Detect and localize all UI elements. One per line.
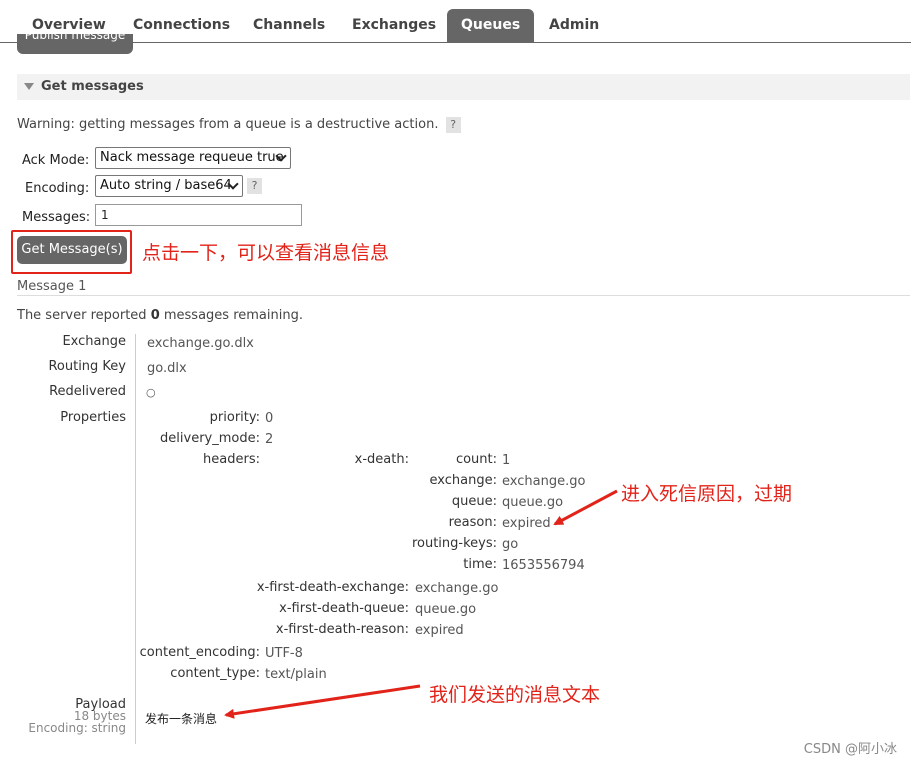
table-divider <box>135 334 136 744</box>
routing-keys-value: go <box>502 537 519 552</box>
time-value: 1653556794 <box>502 558 585 573</box>
ack-mode-label: Ack Mode: <box>22 153 90 168</box>
server-report-suffix: messages remaining. <box>159 308 303 323</box>
remaining-count: 0 <box>150 308 160 323</box>
x-death-key: x-death: <box>354 452 409 467</box>
time-key: time: <box>463 557 497 572</box>
annotation-arrows <box>224 489 618 719</box>
xfde-value: exchange.go <box>415 581 499 596</box>
xdeath-exchange-value: exchange.go <box>502 474 586 489</box>
warning-text: Warning: getting messages from a queue i… <box>17 117 439 132</box>
xdeath-reason-value: expired <box>502 516 551 531</box>
ack-mode-select[interactable]: Nack message requeue true <box>95 147 291 169</box>
headers-key: headers: <box>203 452 260 467</box>
encoding-select[interactable]: Auto string / base64 <box>95 175 243 197</box>
reason-arrow <box>553 489 618 526</box>
encoding-help-icon[interactable]: ? <box>247 178 262 194</box>
ack-mode-value: Nack message requeue true <box>100 150 284 165</box>
get-messages-button[interactable]: Get Message(s) <box>17 236 127 264</box>
divider <box>17 295 910 296</box>
tab-channels[interactable]: Channels <box>253 10 325 40</box>
message-header: Message 1 <box>17 279 87 294</box>
tab-connections[interactable]: Connections <box>133 10 230 40</box>
xdeath-reason-key: reason: <box>448 515 497 530</box>
xfdr-value: expired <box>415 623 464 638</box>
routing-key-label: Routing Key <box>48 359 126 374</box>
exchange-value: exchange.go.dlx <box>147 336 254 351</box>
xfdq-value: queue.go <box>415 602 477 617</box>
collapse-triangle-icon <box>24 83 34 90</box>
payload-encoding: Encoding: string <box>28 721 126 735</box>
redelivered-label: Redelivered <box>49 384 126 399</box>
count-value: 1 <box>502 453 511 468</box>
server-report-prefix: The server reported <box>17 308 151 323</box>
get-messages-section-header[interactable]: Get messages <box>17 74 910 100</box>
properties-label: Properties <box>60 410 126 425</box>
redelivered-value: ○ <box>146 386 156 399</box>
content-encoding-key: content_encoding: <box>139 645 260 660</box>
routing-key-value: go.dlx <box>147 361 187 376</box>
nav-tabs: Overview Connections Channels Exchanges … <box>0 0 911 43</box>
messages-label: Messages: <box>22 210 91 225</box>
section-title: Get messages <box>41 79 144 94</box>
publish-message-button[interactable]: Publish message <box>17 34 133 54</box>
annotation-reason: 进入死信原因，过期 <box>621 483 793 505</box>
xfdr-key: x-first-death-reason: <box>275 622 409 637</box>
payload-text: 发布一条消息 <box>145 712 218 726</box>
xdeath-queue-value: queue.go <box>502 495 564 510</box>
warning-row: Warning: getting messages from a queue i… <box>17 117 461 133</box>
tab-admin[interactable]: Admin <box>549 10 599 40</box>
count-key: count: <box>455 452 497 467</box>
content-encoding-value: UTF-8 <box>265 646 303 661</box>
encoding-label: Encoding: <box>25 181 90 196</box>
xdeath-queue-key: queue: <box>451 494 497 509</box>
server-report: The server reported 0 messages remaining… <box>17 308 303 323</box>
encoding-value: Auto string / base64 <box>100 178 232 193</box>
priority-value: 0 <box>265 411 274 426</box>
delivery-mode-key: delivery_mode: <box>160 431 260 446</box>
routing-keys-key: routing-keys: <box>411 536 497 551</box>
exchange-label: Exchange <box>62 334 126 349</box>
xdeath-exchange-key: exchange: <box>429 473 497 488</box>
tab-queues[interactable]: Queues <box>447 9 535 42</box>
priority-key: priority: <box>209 410 260 425</box>
watermark: CSDN @阿小冰 <box>803 742 897 757</box>
payload-arrow <box>224 684 421 719</box>
tab-exchanges[interactable]: Exchanges <box>352 10 436 40</box>
annotation-click: 点击一下，可以查看消息信息 <box>142 242 390 264</box>
content-type-value: text/plain <box>265 667 327 682</box>
annotation-payload: 我们发送的消息文本 <box>429 684 601 706</box>
delivery-mode-value: 2 <box>265 432 274 447</box>
xfde-key: x-first-death-exchange: <box>256 580 409 595</box>
xfdq-key: x-first-death-queue: <box>279 601 409 616</box>
content-type-key: content_type: <box>170 666 260 681</box>
help-icon[interactable]: ? <box>445 117 461 133</box>
messages-input[interactable]: 1 <box>95 204 302 226</box>
